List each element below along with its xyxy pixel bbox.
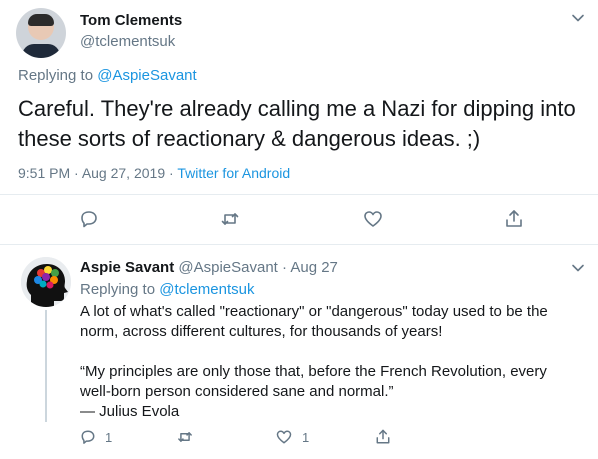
avatar-shirt xyxy=(22,44,60,58)
reply-author-avatar[interactable] xyxy=(21,257,71,307)
author-name[interactable]: Tom Clements xyxy=(80,12,182,29)
author-avatar[interactable] xyxy=(16,8,66,58)
meta-separator: · xyxy=(70,165,82,181)
meta-separator-2: · xyxy=(165,165,178,181)
replying-to-line: Replying to @AspieSavant xyxy=(18,67,197,84)
like-count: 1 xyxy=(302,430,310,445)
reply-icon[interactable] xyxy=(79,428,97,446)
tweet-date[interactable]: Aug 27, 2019 xyxy=(82,165,165,181)
like-icon[interactable] xyxy=(362,208,384,230)
author-handle[interactable]: @tclementsuk xyxy=(80,33,175,50)
chevron-down-icon[interactable] xyxy=(571,261,585,275)
reply-author-handle[interactable]: @AspieSavant xyxy=(178,259,277,276)
replying-to-link[interactable]: @AspieSavant xyxy=(97,67,196,84)
share-icon[interactable] xyxy=(374,428,392,446)
retweet-icon[interactable] xyxy=(176,428,194,446)
tweet-time[interactable]: 9:51 PM xyxy=(18,165,70,181)
reply-replying-to-link[interactable]: @tclementsuk xyxy=(159,281,254,298)
replying-to-prefix: Replying to xyxy=(18,67,98,84)
share-icon[interactable] xyxy=(503,208,525,230)
tweet-text: Careful. They're already calling me a Na… xyxy=(18,96,576,151)
reply-header-dot: · xyxy=(277,259,291,276)
tweet-source[interactable]: Twitter for Android xyxy=(177,165,290,181)
reply-author-name[interactable]: Aspie Savant xyxy=(80,259,174,276)
reply-replying-to-prefix: Replying to xyxy=(80,281,160,298)
tweet-metadata: 9:51 PM · Aug 27, 2019 · Twitter for And… xyxy=(18,165,290,181)
reply-count: 1 xyxy=(105,430,113,445)
like-icon[interactable] xyxy=(275,428,293,446)
divider xyxy=(0,194,598,195)
reply-icon[interactable] xyxy=(78,208,100,230)
divider xyxy=(0,244,598,245)
reply-header: Aspie Savant @AspieSavant · Aug 27 xyxy=(80,259,338,276)
reply-replying-to-line: Replying to @tclementsuk xyxy=(80,281,254,298)
thread-connector-line xyxy=(45,310,47,422)
brain-head-icon xyxy=(21,257,71,307)
chevron-down-icon[interactable] xyxy=(571,11,585,25)
avatar-hair xyxy=(28,14,54,26)
reply-tweet-text: A lot of what's called "reactionary" or … xyxy=(80,303,548,420)
reply-date[interactable]: Aug 27 xyxy=(290,259,338,276)
retweet-icon[interactable] xyxy=(219,208,241,230)
